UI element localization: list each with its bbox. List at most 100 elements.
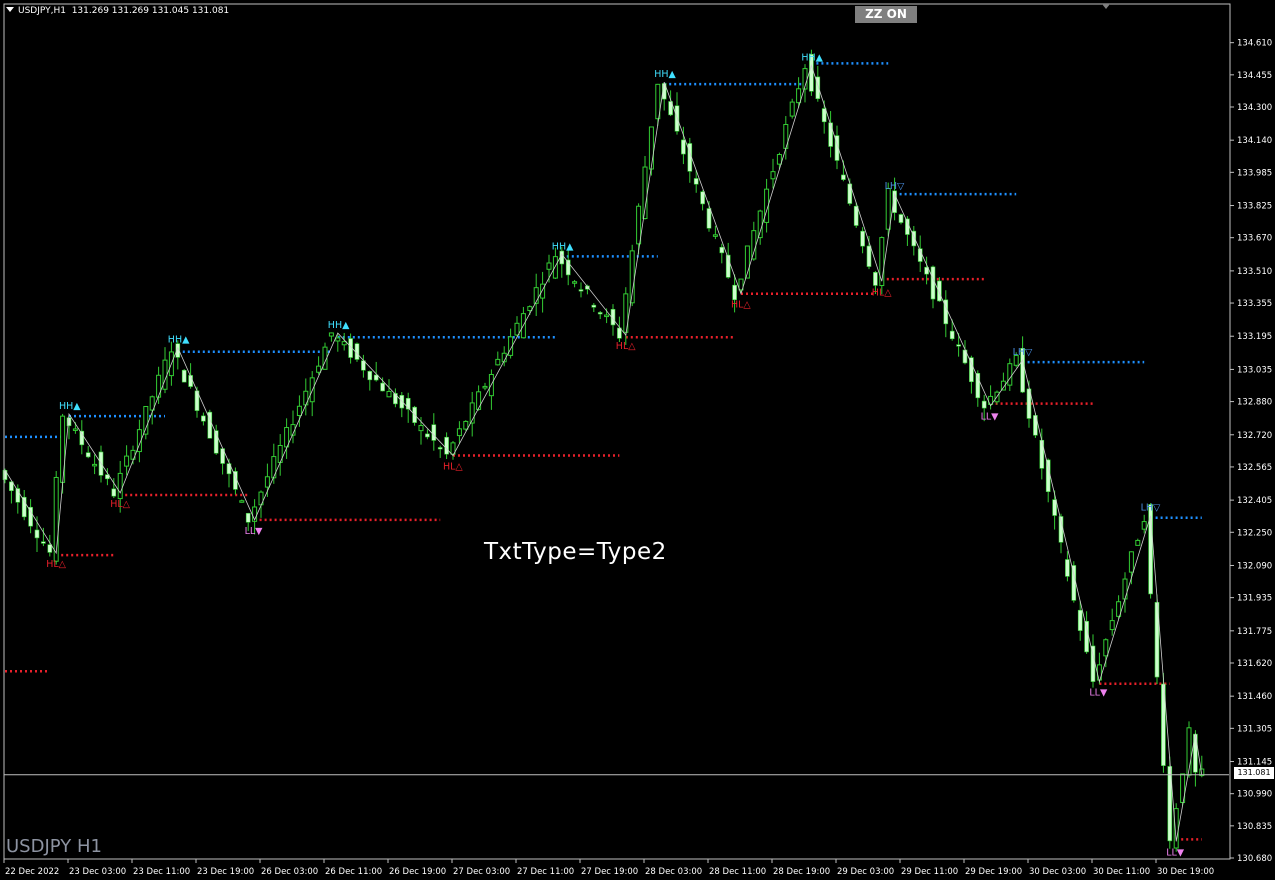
- time-tick-label: 29 Dec 11:00: [901, 867, 958, 877]
- candle-body: [425, 433, 430, 438]
- candle-body: [1109, 620, 1115, 631]
- price-tick-label: 131.460: [1237, 692, 1272, 702]
- dropdown-triangle-icon[interactable]: [6, 7, 14, 12]
- candle-body: [328, 332, 334, 337]
- zz-toggle-button[interactable]: ZZ ON: [855, 6, 917, 23]
- candle-body: [245, 512, 251, 523]
- symbol-watermark: USDJPY H1: [6, 836, 102, 857]
- candle-body: [604, 314, 610, 318]
- candle-body: [239, 500, 245, 503]
- pivot-label: LL▼: [1166, 847, 1185, 858]
- candle-body: [706, 208, 712, 229]
- candle-body: [34, 529, 40, 539]
- time-tick-label: 26 Dec 19:00: [389, 867, 446, 877]
- annotation-text: TxtType=Type2: [484, 539, 667, 565]
- current-price-label: 131.081: [1234, 767, 1274, 779]
- candle-body: [92, 463, 98, 467]
- price-tick-label: 131.935: [1237, 594, 1272, 604]
- time-tick-label: 28 Dec 11:00: [709, 867, 766, 877]
- candle-body: [873, 272, 878, 286]
- candle-body: [380, 382, 385, 392]
- price-tick-label: 134.140: [1237, 136, 1272, 146]
- pivot-label: HH▲: [168, 335, 190, 346]
- candle-body: [1065, 559, 1070, 577]
- candle-body: [552, 256, 558, 279]
- candle-body: [514, 322, 520, 336]
- candle-body: [47, 544, 53, 553]
- candle-body: [367, 371, 373, 381]
- candle-body: [156, 374, 162, 398]
- candle-body: [21, 496, 27, 518]
- price-tick-label: 133.825: [1237, 202, 1272, 212]
- candle-body: [853, 205, 859, 226]
- candle-body: [271, 456, 277, 479]
- candle-body: [821, 108, 827, 123]
- candle-body: [431, 424, 437, 441]
- candle-body: [546, 262, 552, 270]
- candle-body: [124, 455, 130, 467]
- candle-body: [1103, 639, 1109, 657]
- pivot-label: HH▲: [328, 320, 350, 331]
- time-tick-label: 28 Dec 03:00: [645, 867, 702, 877]
- pivot-label: HL△: [616, 341, 636, 352]
- time-tick-label: 29 Dec 19:00: [965, 867, 1022, 877]
- price-tick-label: 134.610: [1237, 39, 1272, 49]
- candle-body: [296, 405, 302, 417]
- price-tick-label: 131.620: [1237, 659, 1272, 669]
- candle-body: [540, 283, 546, 299]
- candle-body: [444, 436, 449, 455]
- candle-body: [591, 304, 597, 308]
- candle-body: [386, 390, 392, 398]
- candle-body: [28, 506, 33, 527]
- candle-body: [162, 359, 168, 390]
- price-tick-label: 132.880: [1237, 398, 1272, 408]
- candle-body: [41, 541, 46, 544]
- candle-body: [1090, 645, 1096, 682]
- price-tick-label: 130.990: [1237, 790, 1272, 800]
- price-tick-label: 134.455: [1237, 71, 1272, 81]
- candle-body: [905, 218, 910, 235]
- candle-body: [181, 369, 187, 383]
- price-tick-label: 132.405: [1237, 496, 1272, 506]
- price-tick-label: 132.720: [1237, 431, 1272, 441]
- price-tick-label: 133.355: [1237, 299, 1272, 309]
- candle-body: [681, 139, 686, 155]
- candle-body: [303, 390, 309, 406]
- candle-body: [885, 187, 891, 230]
- pivot-label: LH▽: [1141, 503, 1161, 514]
- pivot-label: HL△: [110, 499, 130, 510]
- shift-marker-icon[interactable]: [1102, 4, 1110, 9]
- pivot-label: HH▲: [801, 52, 823, 63]
- candle-body: [1052, 499, 1057, 516]
- candle-body: [712, 234, 718, 237]
- candle-body: [693, 178, 699, 185]
- candle-body: [335, 337, 341, 342]
- time-tick-label: 23 Dec 03:00: [69, 867, 126, 877]
- price-tick-label: 133.510: [1237, 267, 1272, 277]
- symbol-timeframe: USDJPY,H1: [18, 6, 66, 16]
- candle-body: [527, 306, 533, 311]
- candle-body: [264, 476, 270, 488]
- price-chart[interactable]: HL△ HH▲ HL△ HH▲ LL▼ HH▲ HL△ HH▲ HL△ HH▲ HL△ HH▲ HL△ L…: [0, 0, 1275, 880]
- candle-body: [828, 122, 833, 147]
- candle-body: [770, 171, 776, 180]
- pivot-label: LL▼: [981, 412, 1000, 423]
- price-tick-label: 130.835: [1237, 822, 1272, 832]
- candle-body: [860, 230, 865, 247]
- candle-body: [111, 488, 117, 497]
- candle-body: [866, 245, 872, 267]
- pivot-label: LH▽: [1013, 347, 1033, 358]
- price-tick-label: 133.985: [1237, 168, 1272, 178]
- pivot-label: HL△: [46, 559, 66, 570]
- candle-body: [949, 330, 955, 340]
- price-tick-label: 132.565: [1237, 463, 1272, 473]
- candle-body: [572, 281, 578, 284]
- candle-body: [776, 154, 782, 165]
- time-tick-label: 27 Dec 11:00: [517, 867, 574, 877]
- price-tick-label: 133.195: [1237, 332, 1272, 342]
- candle-body: [85, 452, 91, 458]
- candle-body: [1084, 620, 1089, 653]
- candle-body: [1122, 578, 1128, 600]
- time-tick-label: 29 Dec 03:00: [837, 867, 894, 877]
- candle-body: [751, 230, 757, 260]
